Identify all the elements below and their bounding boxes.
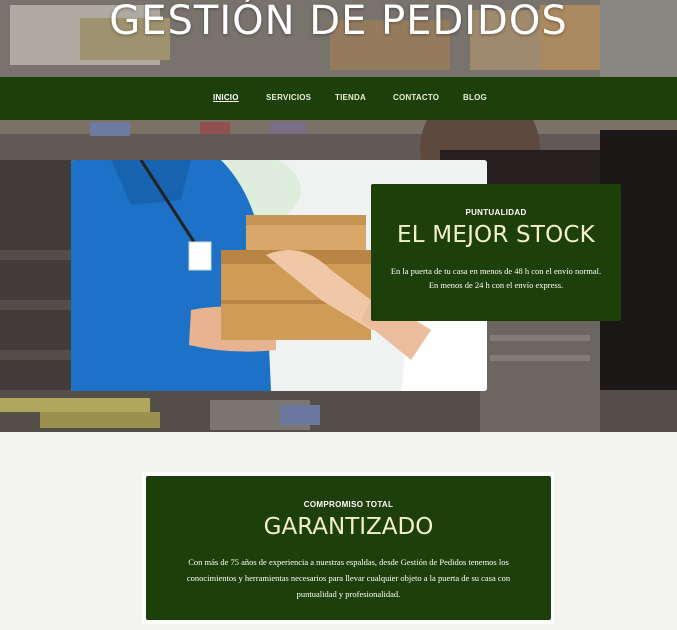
- nav-item-servicios[interactable]: SERVICIOS: [266, 93, 311, 102]
- nav-item-contacto[interactable]: CONTACTO: [393, 93, 439, 102]
- feature-headline: EL MEJOR STOCK: [397, 222, 595, 248]
- guarantee-card: COMPROMISO TOTAL GARANTIZADO Con más de …: [146, 476, 551, 620]
- guarantee-kicker: COMPROMISO TOTAL: [303, 500, 394, 509]
- feature-kicker: PUNTUALIDAD: [465, 208, 527, 217]
- feature-body: En la puerta de tu casa en menos de 48 h…: [390, 266, 602, 290]
- main-navbar: INICIO SERVICIOS TIENDA CONTACTO BLOG: [0, 77, 677, 120]
- site-title: GESTIÓN DE PEDIDOS: [109, 0, 568, 44]
- feature-card-puntualidad: PUNTUALIDAD EL MEJOR STOCK En la puerta …: [371, 184, 621, 321]
- nav-item-tienda[interactable]: TIENDA: [335, 93, 366, 102]
- nav-item-inicio[interactable]: INICIO: [213, 93, 239, 102]
- hero-section: GESTIÓN DE PEDIDOS INICIO SERVICIOS TIEN…: [0, 0, 677, 432]
- guarantee-headline: GARANTIZADO: [263, 514, 434, 540]
- nav-item-blog[interactable]: BLOG: [463, 93, 487, 102]
- guarantee-body: Con más de 75 años de experiencia a nues…: [186, 557, 511, 599]
